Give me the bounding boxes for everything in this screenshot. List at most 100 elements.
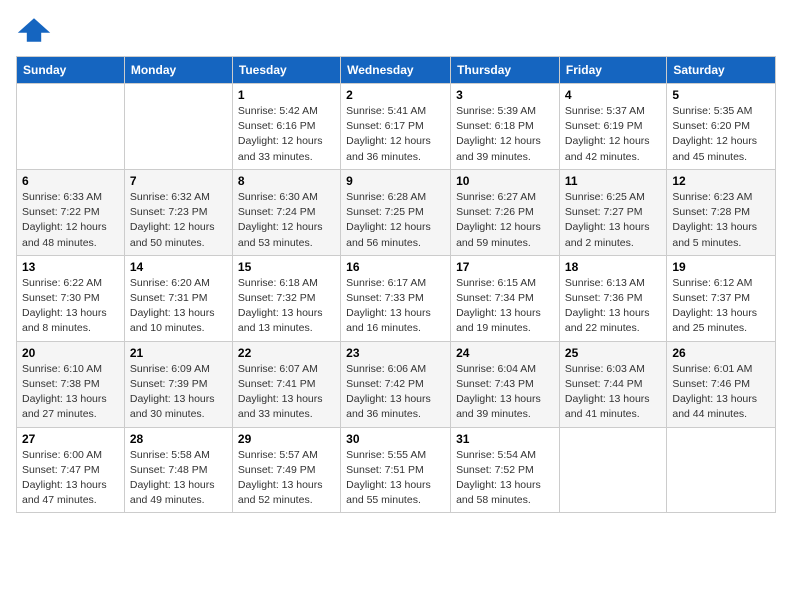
day-detail: Sunrise: 6:20 AM Sunset: 7:31 PM Dayligh… [130, 276, 227, 337]
weekday-header: Saturday [667, 57, 776, 84]
calendar-cell: 19 Sunrise: 6:12 AM Sunset: 7:37 PM Dayli… [667, 255, 776, 341]
calendar-table: SundayMondayTuesdayWednesdayThursdayFrid… [16, 56, 776, 513]
calendar-cell: 20 Sunrise: 6:10 AM Sunset: 7:38 PM Dayli… [17, 341, 125, 427]
day-detail: Sunrise: 6:32 AM Sunset: 7:23 PM Dayligh… [130, 190, 227, 251]
day-number: 12 [672, 174, 770, 188]
calendar-cell: 25 Sunrise: 6:03 AM Sunset: 7:44 PM Dayli… [559, 341, 666, 427]
calendar-cell: 11Sunrise: 6:25 AM Sunset: 7:27 PM Dayli… [559, 169, 666, 255]
day-detail: Sunrise: 6:04 AM Sunset: 7:43 PM Dayligh… [456, 362, 554, 423]
calendar-week-row: 1 Sunrise: 5:42 AM Sunset: 6:16 PM Daylig… [17, 84, 776, 170]
day-detail: Sunrise: 5:37 AM Sunset: 6:19 PM Dayligh… [565, 104, 661, 165]
day-number: 6 [22, 174, 119, 188]
weekday-header: Sunday [17, 57, 125, 84]
weekday-header: Friday [559, 57, 666, 84]
day-detail: Sunrise: 5:57 AM Sunset: 7:49 PM Dayligh… [238, 448, 335, 509]
day-detail: Sunrise: 6:17 AM Sunset: 7:33 PM Dayligh… [346, 276, 445, 337]
calendar-cell: 3 Sunrise: 5:39 AM Sunset: 6:18 PM Daylig… [451, 84, 560, 170]
day-detail: Sunrise: 6:10 AM Sunset: 7:38 PM Dayligh… [22, 362, 119, 423]
calendar-cell: 30Sunrise: 5:55 AM Sunset: 7:51 PM Dayli… [341, 427, 451, 513]
day-detail: Sunrise: 6:30 AM Sunset: 7:24 PM Dayligh… [238, 190, 335, 251]
calendar-cell: 31Sunrise: 5:54 AM Sunset: 7:52 PM Dayli… [451, 427, 560, 513]
calendar-cell [559, 427, 666, 513]
day-number: 11 [565, 174, 661, 188]
day-number: 23 [346, 346, 445, 360]
day-detail: Sunrise: 6:01 AM Sunset: 7:46 PM Dayligh… [672, 362, 770, 423]
weekday-header: Tuesday [232, 57, 340, 84]
calendar-cell: 13 Sunrise: 6:22 AM Sunset: 7:30 PM Dayli… [17, 255, 125, 341]
day-detail: Sunrise: 6:13 AM Sunset: 7:36 PM Dayligh… [565, 276, 661, 337]
day-number: 7 [130, 174, 227, 188]
day-number: 1 [238, 88, 335, 102]
calendar-cell: 8Sunrise: 6:30 AM Sunset: 7:24 PM Daylig… [232, 169, 340, 255]
day-number: 31 [456, 432, 554, 446]
day-number: 28 [130, 432, 227, 446]
day-detail: Sunrise: 6:09 AM Sunset: 7:39 PM Dayligh… [130, 362, 227, 423]
calendar-cell: 23 Sunrise: 6:06 AM Sunset: 7:42 PM Dayli… [341, 341, 451, 427]
day-number: 16 [346, 260, 445, 274]
calendar-cell: 26 Sunrise: 6:01 AM Sunset: 7:46 PM Dayli… [667, 341, 776, 427]
day-detail: Sunrise: 6:03 AM Sunset: 7:44 PM Dayligh… [565, 362, 661, 423]
day-number: 4 [565, 88, 661, 102]
calendar-cell: 29Sunrise: 5:57 AM Sunset: 7:49 PM Dayli… [232, 427, 340, 513]
day-detail: Sunrise: 6:15 AM Sunset: 7:34 PM Dayligh… [456, 276, 554, 337]
day-detail: Sunrise: 6:00 AM Sunset: 7:47 PM Dayligh… [22, 448, 119, 509]
day-detail: Sunrise: 5:39 AM Sunset: 6:18 PM Dayligh… [456, 104, 554, 165]
calendar-cell: 22 Sunrise: 6:07 AM Sunset: 7:41 PM Dayli… [232, 341, 340, 427]
day-number: 24 [456, 346, 554, 360]
day-detail: Sunrise: 6:23 AM Sunset: 7:28 PM Dayligh… [672, 190, 770, 251]
page-header [16, 16, 776, 44]
day-detail: Sunrise: 6:33 AM Sunset: 7:22 PM Dayligh… [22, 190, 119, 251]
day-number: 5 [672, 88, 770, 102]
day-number: 20 [22, 346, 119, 360]
calendar-cell: 27 Sunrise: 6:00 AM Sunset: 7:47 PM Dayli… [17, 427, 125, 513]
day-detail: Sunrise: 6:22 AM Sunset: 7:30 PM Dayligh… [22, 276, 119, 337]
calendar-cell: 1 Sunrise: 5:42 AM Sunset: 6:16 PM Daylig… [232, 84, 340, 170]
day-number: 9 [346, 174, 445, 188]
weekday-header-row: SundayMondayTuesdayWednesdayThursdayFrid… [17, 57, 776, 84]
calendar-cell: 7 Sunrise: 6:32 AM Sunset: 7:23 PM Daylig… [124, 169, 232, 255]
calendar-cell: 12 Sunrise: 6:23 AM Sunset: 7:28 PM Dayli… [667, 169, 776, 255]
day-number: 25 [565, 346, 661, 360]
calendar-cell: 14 Sunrise: 6:20 AM Sunset: 7:31 PM Dayli… [124, 255, 232, 341]
day-number: 22 [238, 346, 335, 360]
day-detail: Sunrise: 5:42 AM Sunset: 6:16 PM Dayligh… [238, 104, 335, 165]
day-number: 19 [672, 260, 770, 274]
day-number: 3 [456, 88, 554, 102]
logo-icon [16, 16, 52, 44]
day-number: 15 [238, 260, 335, 274]
day-number: 2 [346, 88, 445, 102]
weekday-header: Monday [124, 57, 232, 84]
calendar-cell [124, 84, 232, 170]
calendar-cell: 15Sunrise: 6:18 AM Sunset: 7:32 PM Dayli… [232, 255, 340, 341]
calendar-cell: 2Sunrise: 5:41 AM Sunset: 6:17 PM Daylig… [341, 84, 451, 170]
day-number: 21 [130, 346, 227, 360]
calendar-cell: 5 Sunrise: 5:35 AM Sunset: 6:20 PM Daylig… [667, 84, 776, 170]
calendar-cell: 16 Sunrise: 6:17 AM Sunset: 7:33 PM Dayli… [341, 255, 451, 341]
weekday-header: Wednesday [341, 57, 451, 84]
day-detail: Sunrise: 5:58 AM Sunset: 7:48 PM Dayligh… [130, 448, 227, 509]
day-number: 14 [130, 260, 227, 274]
calendar-cell: 9 Sunrise: 6:28 AM Sunset: 7:25 PM Daylig… [341, 169, 451, 255]
day-number: 17 [456, 260, 554, 274]
calendar-cell: 4 Sunrise: 5:37 AM Sunset: 6:19 PM Daylig… [559, 84, 666, 170]
day-number: 18 [565, 260, 661, 274]
day-detail: Sunrise: 6:06 AM Sunset: 7:42 PM Dayligh… [346, 362, 445, 423]
calendar-week-row: 13 Sunrise: 6:22 AM Sunset: 7:30 PM Dayli… [17, 255, 776, 341]
calendar-cell: 10Sunrise: 6:27 AM Sunset: 7:26 PM Dayli… [451, 169, 560, 255]
weekday-header: Thursday [451, 57, 560, 84]
day-detail: Sunrise: 6:28 AM Sunset: 7:25 PM Dayligh… [346, 190, 445, 251]
calendar-week-row: 6 Sunrise: 6:33 AM Sunset: 7:22 PM Daylig… [17, 169, 776, 255]
calendar-cell: 24 Sunrise: 6:04 AM Sunset: 7:43 PM Dayli… [451, 341, 560, 427]
day-number: 27 [22, 432, 119, 446]
day-number: 13 [22, 260, 119, 274]
day-detail: Sunrise: 5:55 AM Sunset: 7:51 PM Dayligh… [346, 448, 445, 509]
day-detail: Sunrise: 5:35 AM Sunset: 6:20 PM Dayligh… [672, 104, 770, 165]
day-number: 26 [672, 346, 770, 360]
calendar-cell: 28 Sunrise: 5:58 AM Sunset: 7:48 PM Dayli… [124, 427, 232, 513]
day-detail: Sunrise: 6:07 AM Sunset: 7:41 PM Dayligh… [238, 362, 335, 423]
calendar-cell [17, 84, 125, 170]
day-number: 10 [456, 174, 554, 188]
calendar-week-row: 27 Sunrise: 6:00 AM Sunset: 7:47 PM Dayli… [17, 427, 776, 513]
calendar-cell: 18 Sunrise: 6:13 AM Sunset: 7:36 PM Dayli… [559, 255, 666, 341]
day-detail: Sunrise: 6:12 AM Sunset: 7:37 PM Dayligh… [672, 276, 770, 337]
